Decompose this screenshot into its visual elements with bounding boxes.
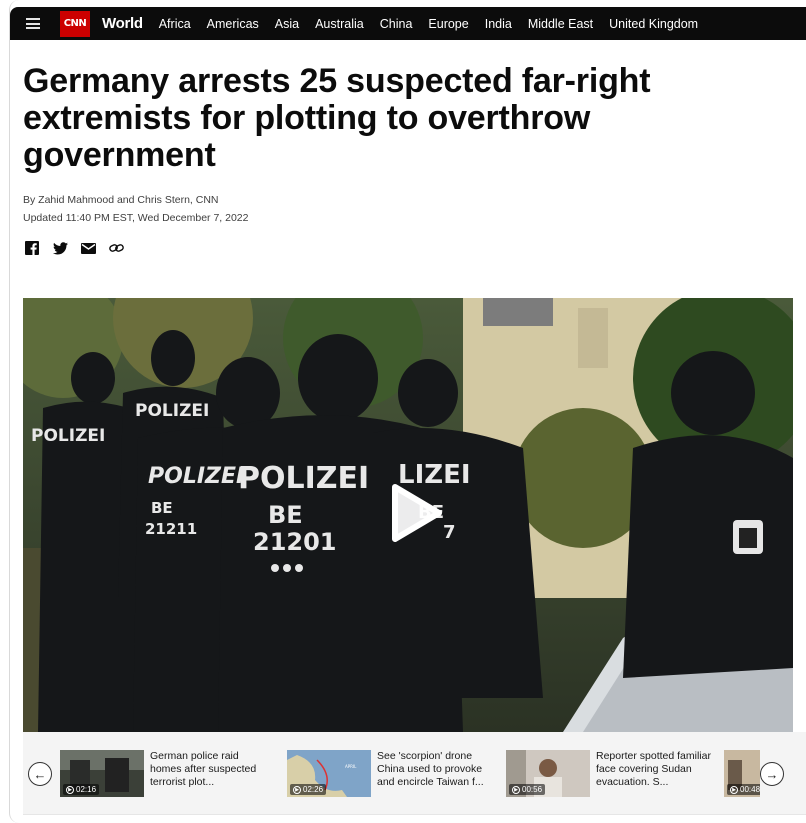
carousel-thumbnail[interactable]: ▶ 00:56	[506, 750, 590, 797]
play-button[interactable]	[383, 483, 443, 543]
link-icon[interactable]	[108, 240, 124, 256]
play-icon	[392, 484, 442, 542]
duration-badge: ▶ 00:56	[509, 784, 546, 795]
top-nav: CNN World Africa Americas Asia Australia…	[10, 7, 806, 40]
nav-link-americas[interactable]: Americas	[207, 17, 259, 31]
nav-link-united-kingdom[interactable]: United Kingdom	[609, 17, 698, 31]
carousel-item-title[interactable]: See 'scorpion' drone China used to provo…	[377, 750, 499, 797]
updated-timestamp: Updated 11:40 PM EST, Wed December 7, 20…	[23, 212, 249, 224]
vest-label: 7	[443, 522, 456, 543]
byline: By Zahid Mahmood and Chris Stern, CNN	[23, 194, 219, 206]
duration-badge: ▶ 00:48	[727, 784, 760, 795]
email-icon[interactable]	[80, 240, 96, 256]
vest-label: 21201	[253, 528, 337, 556]
svg-text:APRIL: APRIL	[345, 764, 357, 769]
nav-link-europe[interactable]: Europe	[428, 17, 468, 31]
carousel-thumbnail[interactable]: ▶ 00:48	[724, 750, 760, 797]
vest-label: POLIZEI	[148, 464, 244, 489]
arrow-right-icon: →	[765, 766, 779, 782]
duration-text: 02:16	[76, 785, 97, 794]
carousel-prev-button[interactable]: ←	[28, 762, 52, 786]
nav-link-india[interactable]: India	[485, 17, 512, 31]
nav-link-africa[interactable]: Africa	[159, 17, 191, 31]
nav-link-asia[interactable]: Asia	[275, 17, 299, 31]
hamburger-icon	[26, 18, 40, 29]
vest-label: BE	[151, 499, 173, 517]
duration-text: 02:26	[303, 785, 324, 794]
duration-text: 00:56	[522, 785, 543, 794]
carousel-thumbnail[interactable]: APRIL ▶ 02:26	[287, 750, 371, 797]
article-headline: Germany arrests 25 suspected far-right e…	[23, 62, 651, 174]
carousel-item-title[interactable]: Reporter spotted familiar face covering …	[596, 750, 718, 797]
duration-text: 00:48	[740, 785, 760, 794]
play-small-icon: ▶	[512, 785, 520, 794]
carousel-item[interactable]: ▶ 02:16 German police raid homes after su…	[60, 750, 272, 797]
menu-button[interactable]	[10, 7, 56, 40]
section-title[interactable]: World	[102, 15, 143, 32]
vest-label: POLIZEI	[238, 461, 369, 496]
video-player[interactable]: POLIZEI POLIZEI BE 21201 POLIZEI BE 2121…	[23, 298, 793, 732]
carousel-item-title[interactable]: German police raid homes after suspected…	[150, 750, 272, 797]
share-bar	[24, 240, 124, 256]
nav-link-china[interactable]: China	[380, 17, 413, 31]
play-small-icon: ▶	[293, 785, 301, 794]
carousel-item[interactable]: ▶ 00:48	[724, 750, 760, 797]
vest-label: 21211	[145, 520, 197, 538]
nav-link-middle-east[interactable]: Middle East	[528, 17, 593, 31]
facebook-icon[interactable]	[24, 240, 40, 256]
vest-label: POLIZEI	[31, 426, 105, 446]
twitter-icon[interactable]	[52, 240, 68, 256]
divider	[23, 814, 806, 815]
carousel-next-button[interactable]: →	[760, 762, 784, 786]
cnn-logo[interactable]: CNN	[60, 10, 90, 37]
vest-label: POLIZEI	[135, 401, 209, 421]
carousel-thumbnail[interactable]: ▶ 02:16	[60, 750, 144, 797]
duration-badge: ▶ 02:16	[63, 784, 100, 795]
nav-link-australia[interactable]: Australia	[315, 17, 364, 31]
arrow-left-icon: ←	[33, 766, 47, 782]
carousel-item[interactable]: ▶ 00:56 Reporter spotted familiar face co…	[506, 750, 718, 797]
play-small-icon: ▶	[730, 785, 738, 794]
article-page: CNN World Africa Americas Asia Australia…	[9, 0, 806, 823]
carousel-item[interactable]: APRIL ▶ 02:26 See 'scorpion' drone China …	[287, 750, 499, 797]
play-small-icon: ▶	[66, 785, 74, 794]
duration-badge: ▶ 02:26	[290, 784, 327, 795]
nav-links: Africa Americas Asia Australia China Eur…	[151, 17, 706, 31]
vest-label: BE	[268, 501, 303, 529]
video-carousel: ← ▶ 02:16 German police raid homes after …	[23, 732, 806, 814]
